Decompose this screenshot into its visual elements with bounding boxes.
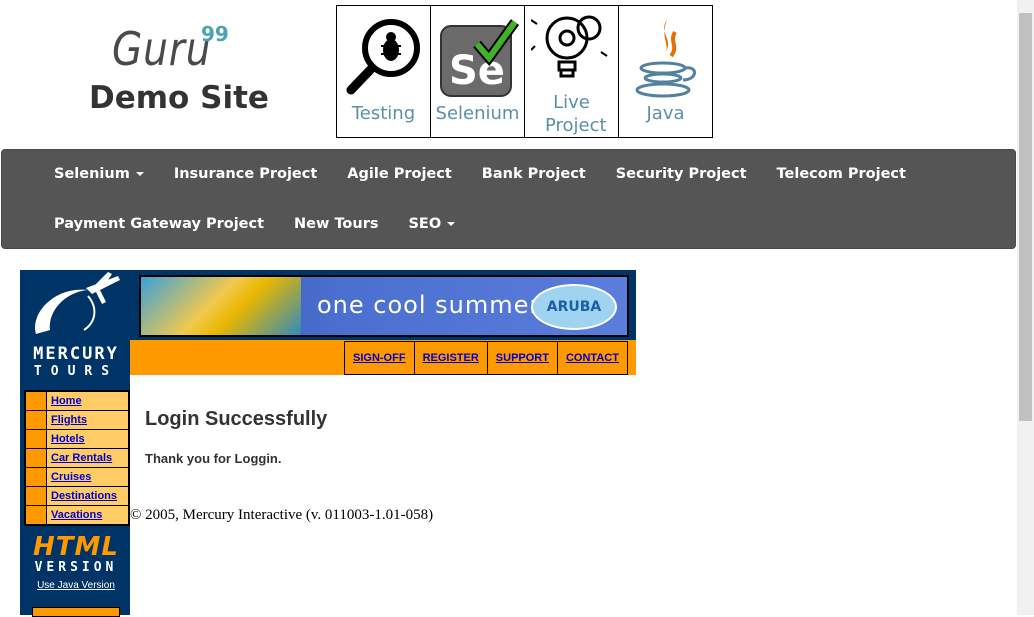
- nav-bank-project[interactable]: Bank Project: [482, 166, 586, 182]
- vertical-scrollbar[interactable]: [1017, 0, 1034, 615]
- nav-agile-project[interactable]: Agile Project: [347, 166, 452, 182]
- menu-link[interactable]: Hotels: [47, 430, 85, 448]
- nav-telecom-project[interactable]: Telecom Project: [777, 166, 906, 182]
- menu-link[interactable]: Car Rentals: [47, 449, 112, 467]
- sidebar-bottom-bar: [32, 607, 120, 617]
- support-link[interactable]: SUPPORT: [488, 342, 558, 374]
- java-icon: [635, 20, 696, 98]
- menu-bullet: [26, 506, 47, 524]
- menu-link[interactable]: Cruises: [47, 468, 91, 486]
- page-title: Login Successfully: [145, 408, 328, 430]
- mercury-header: one cool summer ARUBA: [130, 270, 636, 340]
- gear-bulb-icon: [531, 15, 608, 78]
- nav-new-tours[interactable]: New Tours: [294, 216, 378, 232]
- menu-bullet: [26, 468, 47, 486]
- site-title: Demo Site: [89, 80, 269, 116]
- menu-link[interactable]: Flights: [47, 411, 87, 429]
- sign-off-link[interactable]: SIGN-OFF: [345, 342, 415, 374]
- scrollbar-thumb[interactable]: [1019, 13, 1032, 421]
- logo-superscript: 99: [201, 22, 229, 46]
- menu-item-hotels: Hotels: [26, 430, 128, 449]
- logo-text: Guru: [112, 22, 212, 76]
- menu-item-car-rentals: Car Rentals: [26, 449, 128, 468]
- menu-item-home: Home: [26, 392, 128, 411]
- menu-bullet: [26, 411, 47, 429]
- html-logo-line1: HTML: [33, 532, 119, 562]
- menu-item-destinations: Destinations: [26, 487, 128, 506]
- register-link[interactable]: REGISTER: [415, 342, 488, 374]
- nav-seo[interactable]: SEO: [408, 216, 456, 232]
- plane-logo-icon: [35, 272, 120, 334]
- brand-line2: TOURS: [33, 364, 119, 379]
- html-logo-line2: VERSION: [34, 560, 118, 575]
- ad-banner[interactable]: one cool summer ARUBA: [139, 275, 629, 337]
- nav-label: Selenium: [54, 166, 130, 182]
- login-message: Thank you for Loggin.: [145, 451, 282, 466]
- nav-insurance-project[interactable]: Insurance Project: [174, 166, 317, 182]
- tile-label: Testing: [351, 103, 416, 124]
- banner-photo: [141, 277, 301, 335]
- tile-label: Java: [646, 103, 685, 124]
- menu-item-flights: Flights: [26, 411, 128, 430]
- menu-bullet: [26, 487, 47, 505]
- nav-row: Payment Gateway Project New Tours SEO: [54, 216, 485, 232]
- selenium-icon: Se: [440, 19, 519, 97]
- mercury-sidebar: MERCURY TOURS Home Flights Hotels Car Re…: [20, 270, 130, 617]
- menu-link[interactable]: Vacations: [47, 506, 102, 524]
- main-navbar: Selenium Insurance Project Agile Project…: [1, 149, 1016, 249]
- nav-payment-gateway[interactable]: Payment Gateway Project: [54, 216, 264, 232]
- html-version-logo: HTML VERSION Use Java Version: [30, 532, 122, 591]
- brand-line1: MERCURY: [33, 344, 119, 364]
- tile-java[interactable]: Java: [619, 6, 712, 137]
- menu-bullet: [26, 430, 47, 448]
- tile-label: Live Project: [545, 92, 607, 136]
- mercury-top-links: SIGN-OFF REGISTER SUPPORT CONTACT: [344, 341, 628, 375]
- nav-label: SEO: [408, 216, 442, 232]
- mercury-top-links-bar: SIGN-OFF REGISTER SUPPORT CONTACT: [130, 340, 636, 375]
- tile-live-project[interactable]: Live Project: [525, 6, 619, 137]
- nav-security-project[interactable]: Security Project: [616, 166, 747, 182]
- tile-selenium[interactable]: Se Selenium: [431, 6, 525, 137]
- tile-label: Selenium: [435, 103, 520, 124]
- java-version-link[interactable]: Use Java Version: [30, 580, 122, 591]
- menu-link[interactable]: Home: [47, 392, 82, 410]
- aruba-badge: ARUBA: [531, 284, 617, 330]
- menu-link[interactable]: Destinations: [47, 487, 117, 505]
- caret-down-icon: [135, 172, 144, 176]
- nav-row: Selenium Insurance Project Agile Project…: [54, 166, 936, 182]
- caret-down-icon: [447, 222, 456, 226]
- menu-bullet: [26, 392, 47, 410]
- bug-magnifier-icon: [346, 19, 420, 95]
- course-tiles: Testing Se Selenium Live Project Java: [336, 5, 713, 138]
- banner-text: one cool summer: [317, 291, 541, 319]
- mercury-menu: Home Flights Hotels Car Rentals Cruises …: [24, 390, 130, 526]
- tile-testing[interactable]: Testing: [337, 6, 431, 137]
- contact-link[interactable]: CONTACT: [558, 342, 627, 374]
- copyright-text: © 2005, Mercury Interactive (v. 011003-1…: [130, 507, 434, 523]
- menu-item-vacations: Vacations: [26, 506, 128, 524]
- mercury-brand: MERCURY TOURS: [26, 344, 126, 379]
- nav-selenium[interactable]: Selenium: [54, 166, 144, 182]
- menu-bullet: [26, 449, 47, 467]
- menu-item-cruises: Cruises: [26, 468, 128, 487]
